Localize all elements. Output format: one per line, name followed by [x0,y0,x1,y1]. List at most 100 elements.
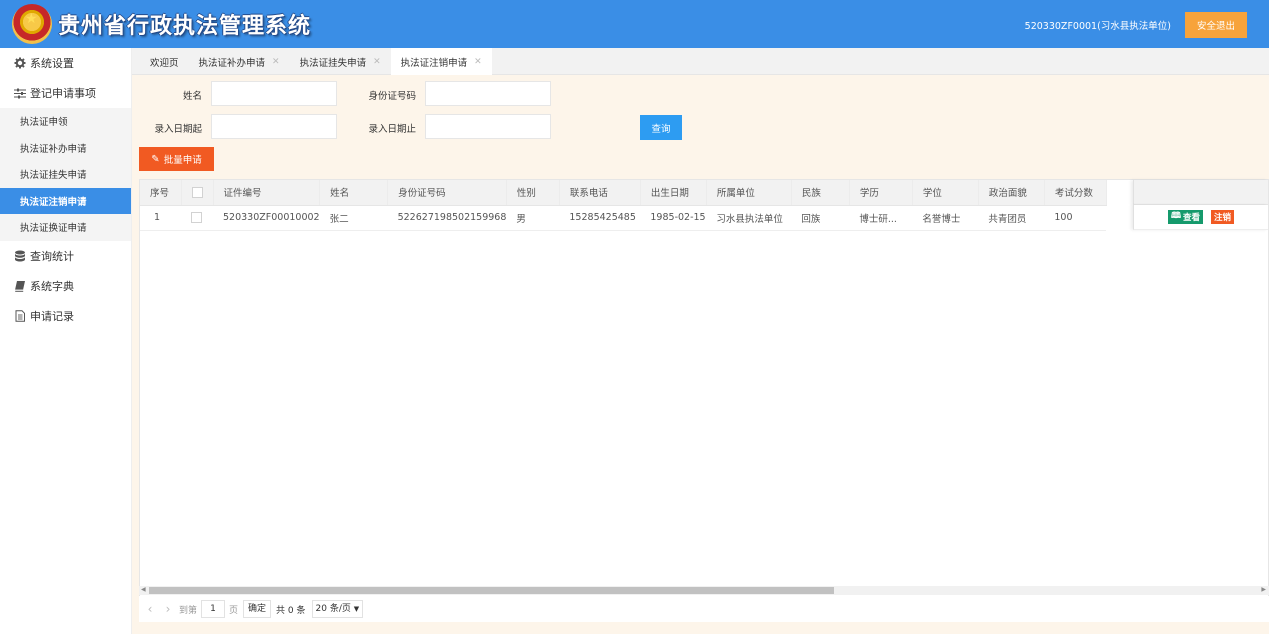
cell-unit: 习水县执法单位 [706,205,792,231]
cell-gender: 男 [506,205,560,231]
cell-education: 博士研... [849,205,913,231]
table-header-row: 序号 证件编号 姓名 身份证号码 性别 联系电话 出生日期 所属单位 民族 学历… [140,180,1107,206]
column-header: 政治面貌 [978,180,1045,206]
tab-welcome[interactable]: 欢迎页 [132,48,189,75]
sidebar-subitem-renewal[interactable]: 执法证换证申请 [0,214,131,241]
tab-loss-report[interactable]: 执法证挂失申请 ✕ [290,48,391,75]
sidebar-item-system-settings[interactable]: 系统设置 [0,48,131,78]
operations-cell: 🕮 查看 注销 [1133,205,1268,230]
row-checkbox[interactable] [191,212,202,223]
sidebar-item-dictionary[interactable]: 系统字典 [0,271,131,301]
sidebar-item-label: 系统设置 [30,57,74,70]
main-content: 欢迎页 执法证补办申请 ✕ 执法证挂失申请 ✕ 执法证注销申请 ✕ 姓名 身份证号码 … [132,48,1269,634]
column-header: 身份证号码 [387,180,507,206]
date-from-label: 录入日期起 [154,124,202,135]
tab-reissue[interactable]: 执法证补办申请 ✕ [189,48,290,75]
cancel-button[interactable]: 注销 [1210,210,1234,224]
cell-idcard: 522627198502159968 [387,205,507,231]
goto-label: 到第 [179,605,198,616]
column-header: 出生日期 [640,180,707,206]
tab-label: 执法证注销申请 [400,57,468,69]
cell-index: 1 [140,205,181,231]
book-icon: 🕮 [1170,211,1181,221]
cell-phone: 15285425485 [559,205,641,231]
date-to-label: 录入日期止 [368,124,416,135]
sidebar: 系统设置 登记申请事项 执法证申领 执法证补办申请 执法证挂失申请 执法证注销申… [0,48,132,634]
sidebar-item-records[interactable]: 申请记录 [0,301,131,331]
operations-header [1133,180,1268,205]
sidebar-item-label: 查询统计 [30,249,74,263]
sliders-icon [14,87,26,99]
scroll-left-icon[interactable]: ◀ [141,586,146,593]
tab-bar: 欢迎页 执法证补办申请 ✕ 执法证挂失申请 ✕ 执法证注销申请 ✕ [132,48,1269,75]
sidebar-subitem-reissue[interactable]: 执法证补办申请 [0,135,131,162]
close-icon[interactable]: ✕ [272,57,280,67]
view-label: 查看 [1182,213,1200,223]
select-all-checkbox[interactable] [191,186,203,198]
data-table: 序号 证件编号 姓名 身份证号码 性别 联系电话 出生日期 所属单位 民族 学历… [139,179,1269,621]
goto-confirm-button[interactable]: 确定 [243,600,272,618]
name-input[interactable] [211,81,337,106]
dropdown-arrow-icon: ▼ [353,605,360,613]
cell-political-status: 共青团员 [978,205,1045,231]
sidebar-subitem-cancellation[interactable]: 执法证注销申请 [0,187,131,214]
horizontal-scrollbar[interactable]: ◀ ▶ [139,586,1269,595]
table-row[interactable]: 1 520330ZF00010002 张二 522627198502159968… [140,205,1107,231]
national-emblem-logo: ★ [12,4,52,44]
name-label: 姓名 [182,91,202,102]
column-header: 考试分数 [1044,180,1107,206]
date-from-input[interactable] [211,114,337,139]
pencil-icon: ✎ [151,153,160,165]
tab-label: 执法证挂失申请 [299,57,367,69]
page-size-value: 20 条/页 [315,604,351,614]
tab-label: 执法证补办申请 [198,57,266,69]
book-icon [14,280,26,292]
top-header: ★ 贵州省行政执法管理系统 520330ZF0001(习水县执法单位) 安全退出 [0,0,1269,48]
sidebar-item-label: 登记申请事项 [30,87,96,100]
page-size-select[interactable]: 20 条/页 ▼ [311,600,364,618]
user-info: 520330ZF0001(习水县执法单位) [1024,21,1171,32]
query-button[interactable]: 查询 [640,115,682,140]
idcard-input[interactable] [425,81,551,106]
page-number-input[interactable]: 1 [201,600,226,618]
idcard-label: 身份证号码 [368,91,416,102]
close-icon[interactable]: ✕ [474,57,482,67]
sidebar-item-label: 申请记录 [30,309,74,323]
prev-page-icon[interactable]: ‹ [143,602,157,616]
close-icon[interactable]: ✕ [373,57,381,67]
total-count: 共 0 条 [276,605,306,616]
column-header: 学位 [912,180,979,206]
cell-degree: 名誉博士 [912,205,979,231]
cell-name: 张二 [319,205,388,231]
scroll-right-icon[interactable]: ▶ [1261,586,1266,593]
sidebar-subitem-loss-report[interactable]: 执法证挂失申请 [0,161,131,188]
scrollbar-thumb[interactable] [149,587,834,594]
sidebar-subitem-apply[interactable]: 执法证申领 [0,108,131,135]
batch-apply-button[interactable]: ✎ 批量申请 [139,147,214,171]
database-icon [14,250,26,262]
cell-cert-number: 520330ZF00010002 [213,205,320,231]
sidebar-item-registration[interactable]: 登记申请事项 [0,78,131,108]
logout-button[interactable]: 安全退出 [1185,12,1247,38]
app-title: 贵州省行政执法管理系统 [58,14,312,39]
cell-birthdate: 1985-02-15 [640,205,707,231]
column-header: 证件编号 [213,180,321,206]
document-icon [14,309,26,322]
view-button[interactable]: 🕮 查看 [1167,210,1203,224]
column-header: 民族 [791,180,850,206]
column-header: 所属单位 [706,180,792,206]
column-header-select [181,180,214,206]
column-header: 序号 [140,180,182,206]
column-header: 性别 [506,180,560,206]
column-header: 姓名 [319,180,389,206]
cell-ethnicity: 回族 [791,205,850,231]
cell-exam-score: 100 [1044,205,1107,231]
sidebar-item-query-stats[interactable]: 查询统计 [0,241,131,271]
tab-cancellation[interactable]: 执法证注销申请 ✕ [390,48,492,75]
search-form: 姓名 身份证号码 录入日期起 录入日期止 [132,75,1269,175]
date-to-input[interactable] [425,114,551,139]
batch-apply-label: 批量申请 [163,155,202,166]
next-page-icon[interactable]: › [161,602,175,616]
column-header: 学历 [849,180,913,206]
pagination: ‹ › 到第 1 页 确定 共 0 条 20 条/页 ▼ [139,596,1269,622]
